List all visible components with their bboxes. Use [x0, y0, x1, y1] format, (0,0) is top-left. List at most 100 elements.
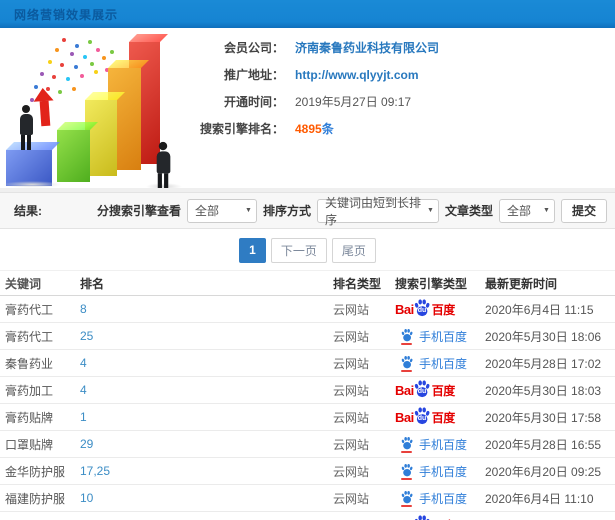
mobile-baidu-label: 手机百度	[419, 329, 468, 344]
table-row: 膏药贴牌 1 云网站 Baidu百度 手机百度 2020年5月30日 17:58	[0, 404, 615, 431]
ground-shadow	[2, 181, 62, 188]
field-member-company: 会员公司： 济南秦鲁药业科技有限公司	[170, 34, 439, 61]
mobile-baidu-label: 手机百度	[419, 464, 468, 479]
update-time: 2020年6月20日 09:25	[485, 464, 602, 479]
promo-illustration	[0, 30, 182, 190]
mobile-baidu-logo: 手机百度	[400, 436, 467, 453]
pagination: 1 下一页 尾页	[0, 230, 615, 270]
field-label: 搜索引擎排名：	[199, 122, 284, 136]
result-label: 结果:	[14, 204, 42, 218]
rank-value[interactable]: 4	[80, 356, 333, 370]
keyword-link[interactable]: 福建防护服	[0, 490, 80, 507]
page: 网络营销效果展示 会员公司： 济南秦鲁药业科技有限公司 推广地址： http:/…	[0, 0, 615, 520]
sort-selected-value: 关键词由短到长排序	[324, 195, 421, 227]
mobile-baidu-paw-icon	[400, 463, 414, 480]
mobile-baidu-underline	[401, 477, 412, 480]
pagination-last-button[interactable]: 尾页	[331, 237, 376, 263]
rank-value[interactable]: 29	[80, 437, 333, 451]
field-label: 推广地址：	[223, 68, 284, 82]
rank-type: 云网站	[333, 437, 370, 452]
confetti-dots	[0, 30, 4, 34]
mobile-baidu-paw-icon	[400, 490, 414, 507]
mobile-baidu-underline	[401, 504, 412, 507]
field-label: 会员公司：	[223, 41, 284, 55]
person-figure-right	[153, 141, 174, 190]
table-row: 膏药代工 25 云网站 Baidu百度 手机百度 2020年5月30日 18:0…	[0, 323, 615, 350]
company-info-fields: 会员公司： 济南秦鲁药业科技有限公司 推广地址： http://www.qlyy…	[170, 34, 439, 142]
rank-value[interactable]: 25	[80, 329, 333, 343]
rank-type: 云网站	[333, 464, 370, 479]
rank-value[interactable]: 17,25	[80, 464, 333, 478]
baidu-logo: Baidu百度	[395, 406, 455, 429]
engine-view-select[interactable]: 全部	[186, 198, 257, 223]
header-rank: 排名	[80, 276, 105, 291]
mobile-baidu-underline	[401, 342, 412, 345]
mobile-baidu-logo: 手机百度	[400, 463, 467, 480]
sort-label: 排序方式	[262, 204, 311, 218]
field-promo-url: 推广地址： http://www.qlyyjt.com	[170, 61, 439, 88]
member-company-link[interactable]: 济南秦鲁药业科技有限公司	[295, 39, 439, 56]
baidu-paw-icon: du	[413, 379, 431, 398]
update-time: 2020年5月28日 17:02	[485, 356, 602, 371]
rank-type: 云网站	[333, 329, 370, 344]
rank-type: 云网站	[333, 356, 370, 371]
filter-bar: 结果: 分搜索引擎查看 全部 排序方式 关键词由短到长排序 文章类型 全部 提交	[0, 192, 615, 229]
update-time: 2020年5月30日 18:06	[485, 329, 602, 344]
baidu-paw-icon: du	[413, 298, 431, 317]
baidu-paw-icon: du	[413, 406, 431, 425]
field-engine-rank-count: 搜索引擎排名： 4895条	[170, 115, 439, 142]
article-type-selected-value: 全部	[506, 204, 531, 218]
field-open-time: 开通时间： 2019年5月27日 09:17	[170, 88, 439, 115]
mobile-baidu-paw-icon	[400, 355, 414, 372]
pagination-next-button[interactable]: 下一页	[270, 237, 327, 263]
person-figure-left	[16, 105, 36, 150]
title-bar: 网络营销效果展示	[0, 0, 615, 28]
keyword-link[interactable]: 金华防护服	[0, 463, 80, 480]
keyword-link[interactable]: 秦鲁药业	[0, 355, 80, 372]
rank-type: 云网站	[333, 410, 370, 425]
rank-type: 云网站	[333, 302, 370, 317]
keyword-link[interactable]: 膏药代工	[0, 301, 80, 318]
mobile-baidu-logo: 手机百度	[400, 490, 467, 507]
filter-controls: 分搜索引擎查看 全部 排序方式 关键词由短到长排序 文章类型 全部 提交	[96, 196, 607, 227]
table-body: 膏药代工 8 云网站 Baidu百度 手机百度 2020年6月4日 11:15 …	[0, 296, 615, 520]
update-time: 2020年5月28日 16:55	[485, 437, 602, 452]
sort-select[interactable]: 关键词由短到长排序	[316, 196, 439, 227]
mobile-baidu-label: 手机百度	[419, 437, 468, 452]
table-row: 金华防护服 17,25 云网站 Baidu百度 手机百度 2020年6月20日 …	[0, 458, 615, 485]
mobile-baidu-paw-icon	[400, 328, 414, 345]
mobile-baidu-label: 手机百度	[419, 356, 468, 371]
header-update-time: 最新更新时间	[485, 276, 558, 291]
article-type-select[interactable]: 全部	[498, 198, 555, 223]
submit-button[interactable]: 提交	[560, 198, 607, 223]
keyword-link[interactable]: 膏药贴牌	[0, 409, 80, 426]
update-time: 2020年6月4日 11:15	[485, 302, 594, 317]
update-time: 2020年5月30日 18:03	[485, 383, 602, 398]
mobile-baidu-paw-icon	[400, 436, 414, 453]
engine-view-label: 分搜索引擎查看	[96, 204, 181, 218]
mobile-baidu-logo: 手机百度	[400, 355, 467, 372]
results-table: 关键词 排名 排名类型 搜索引擎类型 最新更新时间 膏药代工 8 云网站 Bai…	[0, 270, 615, 520]
mobile-baidu-label: 手机百度	[419, 491, 468, 506]
bar-shape-green	[57, 130, 90, 182]
mobile-baidu-underline	[401, 369, 412, 372]
rank-value[interactable]: 1	[80, 410, 333, 424]
update-time: 2020年5月30日 17:58	[485, 410, 602, 425]
field-label: 开通时间：	[223, 95, 284, 109]
header-rank-type: 排名类型	[333, 276, 382, 291]
keyword-link[interactable]: 膏药代工	[0, 328, 80, 345]
table-header-row: 关键词 排名 排名类型 搜索引擎类型 最新更新时间	[0, 270, 615, 296]
rank-count-suffix: 条	[321, 122, 334, 136]
mobile-baidu-underline	[401, 450, 412, 453]
promo-url-link[interactable]: http://www.qlyyjt.com	[295, 68, 419, 82]
rank-value[interactable]: 4	[80, 383, 333, 397]
keyword-link[interactable]: 膏药加工	[0, 382, 80, 399]
rank-value[interactable]: 10	[80, 491, 333, 505]
up-arrow-icon	[32, 87, 56, 127]
header-keyword: 关键词	[5, 276, 42, 291]
keyword-link[interactable]: 口罩贴牌	[0, 436, 80, 453]
pagination-page-1[interactable]: 1	[239, 237, 266, 263]
table-row: Baidu百度 手机百度	[0, 512, 615, 520]
info-section: 会员公司： 济南秦鲁药业科技有限公司 推广地址： http://www.qlyy…	[0, 28, 615, 190]
rank-value[interactable]: 8	[80, 302, 333, 316]
